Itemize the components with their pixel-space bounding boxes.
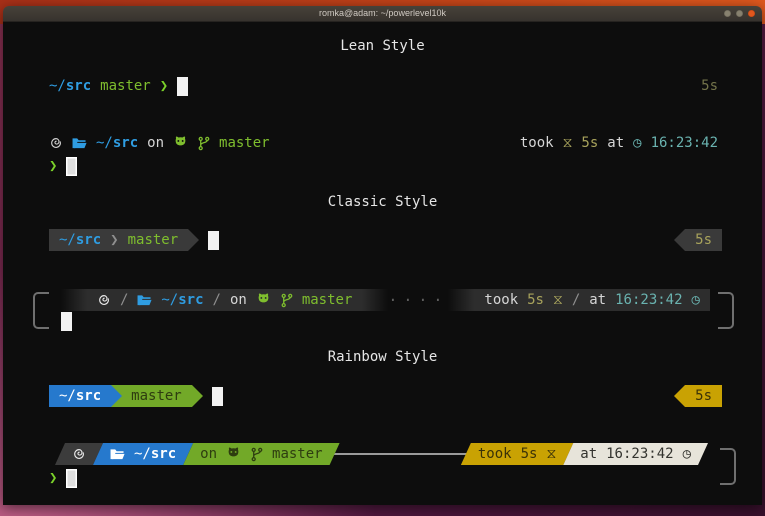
window-title: romka@adam: ~/powerlevel10k: [319, 9, 446, 18]
at-label: at: [580, 446, 597, 462]
clock-icon: ◷: [683, 446, 691, 462]
at-label: at: [589, 292, 606, 308]
git-branch-label: master: [302, 292, 353, 308]
os-icon: [97, 293, 111, 307]
powerline-arrow-icon: [111, 385, 122, 407]
powerline-arrow-icon: [188, 229, 199, 251]
directory-path: ~/src: [96, 135, 138, 151]
git-branch-icon: [197, 136, 210, 151]
os-icon: [72, 447, 86, 461]
prompt-frame-right: [720, 448, 736, 485]
prompt-char: ❯: [160, 78, 168, 94]
git-branch-label: master: [100, 78, 151, 94]
close-button[interactable]: [748, 10, 755, 17]
prompt-frame-left: [33, 292, 49, 329]
text-cursor: [66, 469, 77, 488]
lean-style-heading: Lean Style: [3, 38, 762, 54]
lean-prompt-short: ~/src master ❯ 5s: [49, 75, 718, 97]
took-label: took: [478, 446, 512, 462]
lean-prompt-full: ~/src on master took ⧖ 5s at ◷ 1: [49, 132, 718, 154]
os-icon: [49, 136, 63, 150]
clock-icon: ◷: [692, 292, 700, 308]
folder-icon: [137, 294, 152, 307]
git-branch-icon: [280, 293, 293, 308]
command-duration: 5s: [695, 388, 712, 404]
terminal-window: romka@adam: ~/powerlevel10k Lean Style ~…: [3, 6, 762, 505]
rainbow-prompt-input-line: ❯: [49, 467, 718, 489]
classic-prompt-input-line: [61, 310, 718, 332]
segment-separator: /: [120, 292, 128, 308]
folder-icon: [72, 137, 87, 150]
lean-prompt-input-line: ❯: [49, 155, 718, 177]
clock-icon: ◷: [633, 135, 641, 151]
segment-fade: [61, 289, 87, 311]
octocat-icon: [226, 447, 241, 461]
at-label: at: [607, 135, 624, 151]
text-cursor: [66, 157, 77, 176]
directory-path: ~/src: [49, 78, 91, 94]
titlebar[interactable]: romka@adam: ~/powerlevel10k: [3, 6, 762, 22]
desktop-wallpaper: romka@adam: ~/powerlevel10k Lean Style ~…: [0, 0, 765, 516]
segment-separator: /: [213, 292, 221, 308]
command-duration: 5s: [521, 446, 538, 462]
classic-prompt-full: / ~/src / on master: [61, 289, 710, 311]
git-branch-label: master: [131, 388, 182, 404]
prompt-connection-line: [334, 453, 467, 455]
command-duration: 5s: [581, 135, 598, 151]
current-time: 16:23:42: [615, 292, 682, 308]
text-cursor: [212, 387, 223, 406]
rainbow-style-heading: Rainbow Style: [3, 349, 762, 365]
maximize-button[interactable]: [736, 10, 743, 17]
hourglass-icon: ⧖: [546, 446, 556, 462]
prompt-connection-dots: ····: [388, 291, 448, 309]
git-branch-icon: [250, 447, 263, 462]
on-label: on: [230, 292, 247, 308]
classic-style-heading: Classic Style: [3, 194, 762, 210]
powerline-arrow-icon: [674, 385, 685, 407]
command-duration: 5s: [527, 292, 544, 308]
segment-separator-icon: ❯: [110, 232, 118, 248]
directory-path: ~/src: [59, 232, 101, 248]
current-time: 16:23:42: [606, 446, 673, 462]
text-cursor: [61, 312, 72, 331]
window-controls: [724, 10, 755, 17]
hourglass-icon: ⧖: [553, 292, 563, 308]
hourglass-icon: ⧖: [563, 135, 573, 151]
took-label: took: [484, 292, 518, 308]
minimize-button[interactable]: [724, 10, 731, 17]
prompt-char: ❯: [49, 158, 57, 174]
segment-fade: [362, 289, 388, 311]
rainbow-prompt-full: ~/src on master took 5s ⧖: [55, 443, 708, 465]
command-duration: 5s: [695, 232, 712, 248]
powerline-arrow-icon: [674, 229, 685, 251]
rainbow-prompt-short: ~/src master 5s: [49, 385, 722, 407]
git-branch-label: master: [219, 135, 270, 151]
prompt-frame-right: [718, 292, 734, 329]
git-branch-label: master: [128, 232, 179, 248]
on-label: on: [200, 446, 217, 462]
took-label: took: [520, 135, 554, 151]
text-cursor: [208, 231, 219, 250]
directory-path: ~/src: [59, 388, 101, 404]
text-cursor: [177, 77, 188, 96]
octocat-icon: [256, 293, 271, 307]
segment-fade: [448, 289, 474, 311]
current-time: 16:23:42: [651, 135, 718, 151]
prompt-char: ❯: [49, 470, 57, 486]
command-duration: 5s: [701, 78, 718, 94]
powerline-arrow-icon: [192, 385, 203, 407]
classic-prompt-short: ~/src ❯ master 5s: [49, 229, 722, 251]
git-branch-label: master: [272, 446, 323, 462]
on-label: on: [147, 135, 164, 151]
directory-path: ~/src: [134, 446, 176, 462]
segment-separator: /: [572, 292, 580, 308]
octocat-icon: [173, 136, 188, 150]
directory-path: ~/src: [161, 292, 203, 308]
folder-icon: [110, 448, 125, 461]
terminal-content[interactable]: Lean Style ~/src master ❯ 5s: [3, 22, 762, 505]
